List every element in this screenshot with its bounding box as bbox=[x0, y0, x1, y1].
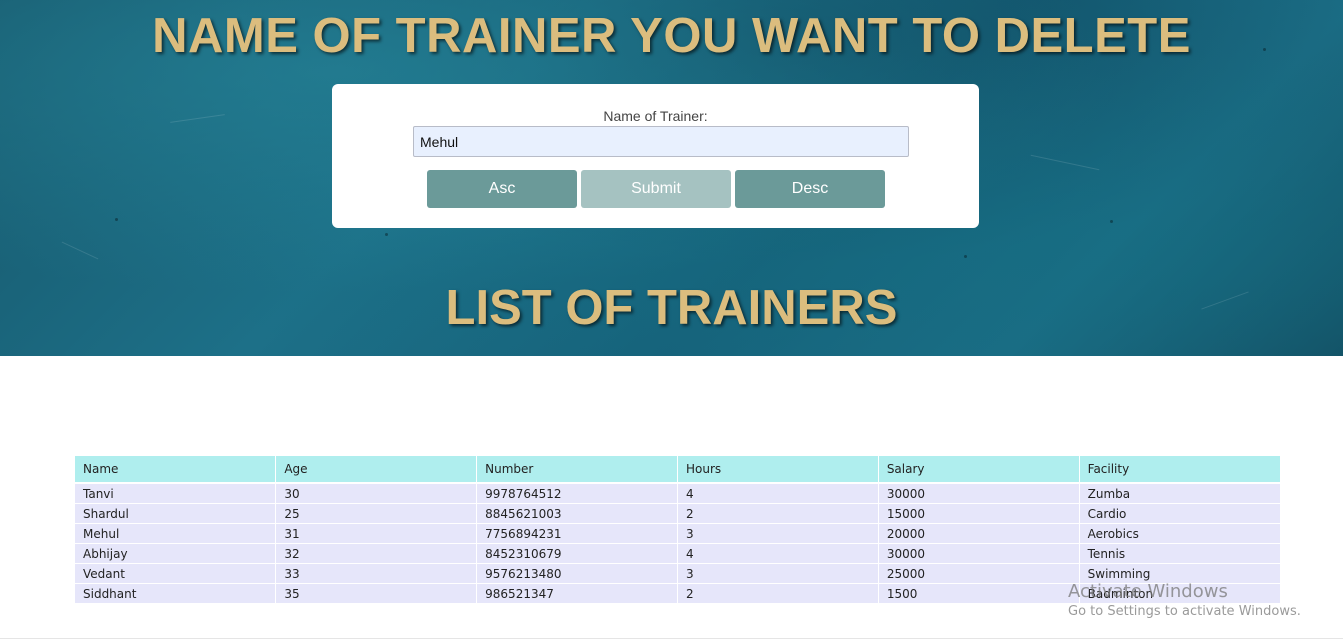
cell-number: 986521347 bbox=[476, 583, 678, 604]
cell-age: 31 bbox=[275, 523, 477, 544]
cell-age: 30 bbox=[275, 483, 477, 504]
asc-button[interactable]: Asc bbox=[427, 170, 577, 208]
cell-hours: 3 bbox=[676, 563, 879, 584]
cell-facility: Zumba bbox=[1078, 483, 1280, 504]
desc-button[interactable]: Desc bbox=[735, 170, 885, 208]
texture-crack bbox=[170, 114, 225, 123]
cell-name: Abhijay bbox=[75, 543, 276, 564]
cell-facility: Cardio bbox=[1078, 503, 1280, 524]
cell-number: 7756894231 bbox=[476, 523, 678, 544]
cell-salary: 25000 bbox=[877, 563, 1080, 584]
column-header-name: Name bbox=[75, 456, 276, 484]
hero-background: NAME OF TRAINER YOU WANT TO DELETE Name … bbox=[0, 0, 1343, 356]
cell-salary: 1500 bbox=[877, 583, 1080, 604]
activate-windows-watermark: Activate Windows Go to Settings to activ… bbox=[1068, 581, 1301, 619]
list-title: LIST OF TRAINERS bbox=[445, 281, 898, 335]
column-header-salary: Salary bbox=[877, 456, 1080, 484]
cell-hours: 3 bbox=[676, 523, 879, 544]
table-row: Tanvi 30 9978764512 4 30000 Zumba bbox=[75, 483, 1280, 504]
texture-dot bbox=[115, 218, 118, 221]
cell-salary: 30000 bbox=[877, 543, 1080, 564]
cell-name: Mehul bbox=[75, 523, 276, 544]
watermark-title: Activate Windows bbox=[1068, 581, 1228, 602]
table-row: Shardul 25 8845621003 2 15000 Cardio bbox=[75, 503, 1280, 524]
column-header-age: Age bbox=[275, 456, 477, 484]
trainer-name-input[interactable] bbox=[413, 126, 909, 157]
cell-age: 33 bbox=[275, 563, 477, 584]
divider bbox=[0, 638, 1343, 639]
cell-number: 9978764512 bbox=[476, 483, 678, 504]
cell-name: Tanvi bbox=[75, 483, 276, 504]
cell-name: Vedant bbox=[75, 563, 276, 584]
cell-age: 35 bbox=[275, 583, 477, 604]
table-header-row: Name Age Number Hours Salary Facility bbox=[75, 456, 1280, 484]
texture-crack bbox=[61, 241, 99, 260]
cell-hours: 4 bbox=[676, 543, 879, 564]
cell-hours: 2 bbox=[676, 503, 879, 524]
page-title: NAME OF TRAINER YOU WANT TO DELETE bbox=[152, 9, 1191, 63]
texture-dot bbox=[385, 233, 388, 236]
texture-dot bbox=[964, 255, 967, 258]
column-header-facility: Facility bbox=[1078, 456, 1280, 484]
submit-button[interactable]: Submit bbox=[581, 170, 731, 208]
trainer-name-label: Name of Trainer: bbox=[603, 108, 708, 124]
watermark-subtitle: Go to Settings to activate Windows. bbox=[1068, 604, 1301, 619]
cell-hours: 2 bbox=[676, 583, 879, 604]
cell-salary: 15000 bbox=[877, 503, 1080, 524]
table-row: Mehul 31 7756894231 3 20000 Aerobics bbox=[75, 523, 1280, 544]
table-row: Abhijay 32 8452310679 4 30000 Tennis bbox=[75, 543, 1280, 564]
cell-salary: 20000 bbox=[877, 523, 1080, 544]
column-header-number: Number bbox=[476, 456, 678, 484]
cell-number: 8452310679 bbox=[476, 543, 678, 564]
column-header-hours: Hours bbox=[676, 456, 879, 484]
cell-age: 25 bbox=[275, 503, 477, 524]
cell-facility: Tennis bbox=[1078, 543, 1280, 564]
cell-salary: 30000 bbox=[877, 483, 1080, 504]
texture-crack bbox=[1030, 154, 1100, 171]
cell-age: 32 bbox=[275, 543, 477, 564]
delete-trainer-form: Name of Trainer: Asc Submit Desc bbox=[332, 84, 979, 228]
cell-number: 9576213480 bbox=[476, 563, 678, 584]
texture-dot bbox=[1110, 220, 1113, 223]
cell-name: Shardul bbox=[75, 503, 276, 524]
cell-hours: 4 bbox=[676, 483, 879, 504]
cell-facility: Aerobics bbox=[1078, 523, 1280, 544]
cell-name: Siddhant bbox=[75, 583, 276, 604]
cell-number: 8845621003 bbox=[476, 503, 678, 524]
